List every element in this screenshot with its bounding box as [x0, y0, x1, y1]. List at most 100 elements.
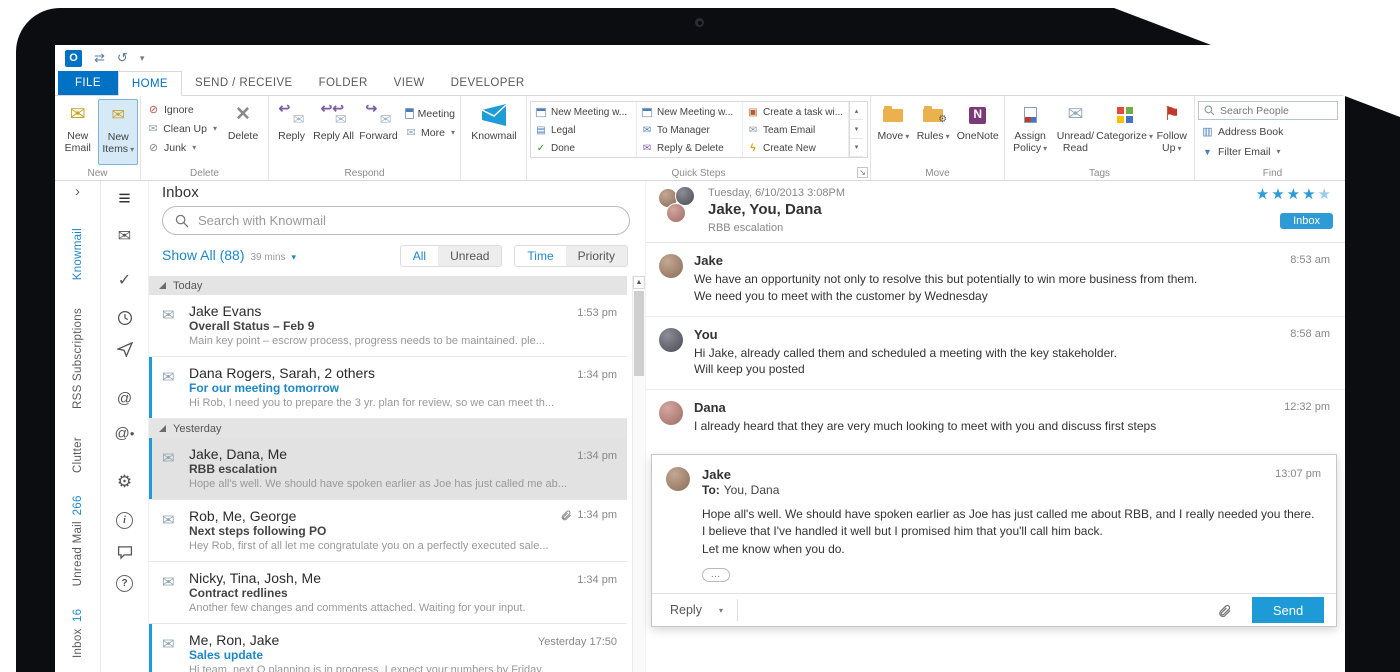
undo-icon[interactable]: ↺: [117, 50, 128, 66]
rail-item-rss-subscriptions[interactable]: RSS Subscriptions: [72, 302, 84, 409]
conversation-header: Tuesday, 6/10/2013 3:08PM Jake, You, Dan…: [646, 181, 1345, 243]
forward-button[interactable]: ↪ ✉ Forward: [356, 99, 401, 165]
quick-step-new-meeting-2[interactable]: New Meeting w...: [637, 103, 742, 121]
new-email-button[interactable]: ✉ New Email: [58, 99, 97, 165]
paperclip-icon: [562, 510, 572, 521]
clean-up-button[interactable]: ✉ Clean Up ▾: [144, 120, 220, 137]
filter-unread[interactable]: Unread: [438, 246, 501, 266]
attach-button[interactable]: [1207, 603, 1242, 618]
quick-step-create-new[interactable]: ϟ Create New: [743, 139, 848, 157]
section-header-today[interactable]: Today: [149, 276, 627, 295]
junk-button[interactable]: ⊘ Junk ▾: [144, 139, 220, 156]
clock-icon[interactable]: [117, 308, 133, 328]
reply-type-dropdown[interactable]: Reply ▾: [664, 599, 738, 622]
tab-send-receive[interactable]: SEND / RECEIVE: [182, 71, 306, 95]
filter-all[interactable]: All: [400, 246, 439, 266]
outlook-app-icon: O: [65, 49, 82, 67]
send-button[interactable]: Send: [1252, 597, 1324, 624]
quick-step-new-meeting[interactable]: New Meeting w...: [531, 103, 636, 121]
search-input[interactable]: [198, 213, 617, 228]
dialog-launcher-icon[interactable]: ↘: [857, 167, 868, 178]
dropdown-caret-icon: ▾: [1043, 143, 1048, 153]
reply-button[interactable]: ↩ ✉ Reply: [272, 99, 311, 165]
quick-step-to-manager[interactable]: ✉ To Manager: [637, 121, 742, 139]
tab-home[interactable]: HOME: [117, 71, 182, 96]
tab-developer[interactable]: DEVELOPER: [438, 71, 538, 95]
rail-item-unread-mail[interactable]: Unread Mail266: [72, 495, 84, 586]
meeting-button[interactable]: Meeting: [402, 105, 458, 122]
menu-icon[interactable]: ≡: [118, 187, 130, 210]
rating-stars[interactable]: ★★★★★: [1256, 185, 1333, 203]
avatar: [666, 203, 686, 223]
send-receive-icon[interactable]: ⇄: [94, 50, 105, 66]
send-plane-icon[interactable]: [116, 339, 133, 359]
unread-read-button[interactable]: ✉ Unread/ Read: [1053, 99, 1097, 165]
search-box[interactable]: [162, 206, 630, 235]
people-mention-icon[interactable]: @ ●: [114, 423, 134, 443]
new-items-button[interactable]: ✉ New Items ▾: [98, 99, 138, 165]
reply-all-button[interactable]: ↩↩ ✉ Reply All: [312, 99, 355, 165]
more-respond-button[interactable]: ✉ More ▾: [402, 124, 458, 141]
dropdown-caret-icon: ▾: [212, 124, 217, 133]
quick-step-create-task[interactable]: ▣ Create a task wi...: [743, 103, 848, 121]
message-item[interactable]: Dana 12:32 pm I already heard that they …: [646, 390, 1345, 446]
task-icon: ▣: [748, 106, 758, 118]
onenote-button[interactable]: N OneNote: [954, 99, 1002, 165]
paperclip-icon: [1219, 604, 1231, 617]
customize-quick-access-icon[interactable]: ▾: [140, 53, 145, 64]
rail-item-inbox[interactable]: Inbox16: [72, 609, 84, 658]
info-icon[interactable]: i: [116, 512, 133, 529]
quick-step-done[interactable]: ✓ Done: [531, 139, 636, 157]
filter-time[interactable]: Time: [515, 246, 566, 266]
scroll-up-icon[interactable]: ▲: [633, 276, 645, 289]
dropdown-caret-icon: ▾: [192, 143, 197, 152]
quick-step-reply-delete[interactable]: ✉ Reply & Delete: [637, 139, 742, 157]
section-header-yesterday[interactable]: Yesterday: [149, 419, 627, 438]
move-button[interactable]: Move ▾: [874, 99, 913, 165]
mail-icon[interactable]: ✉: [118, 226, 131, 246]
gallery-scroll[interactable]: ▴ ▾ ▾: [849, 102, 863, 157]
expand-folder-pane-icon[interactable]: ›: [75, 183, 80, 200]
tab-file[interactable]: FILE: [58, 71, 118, 95]
feedback-bubble-icon[interactable]: [117, 542, 133, 562]
settings-gear-icon[interactable]: ⚙: [117, 472, 132, 492]
quick-step-team-email[interactable]: ✉ Team Email: [743, 121, 848, 139]
list-item[interactable]: ✉ Nicky, Tina, Josh, Me 1:34 pm Contract …: [149, 562, 627, 624]
mention-icon[interactable]: @: [117, 388, 132, 408]
filter-priority[interactable]: Priority: [566, 246, 627, 266]
filter-email-button[interactable]: ▼ Filter Email ▾: [1198, 143, 1345, 160]
list-item[interactable]: ✉ Rob, Me, George 1:34 pm Next steps foll…: [149, 500, 627, 562]
assign-policy-button[interactable]: Assign Policy ▾: [1008, 99, 1052, 165]
meeting-icon: [535, 107, 547, 117]
help-icon[interactable]: ?: [116, 575, 133, 592]
list-item[interactable]: ✉ Jake Evans 1:53 pm Overall Status – Feb…: [149, 295, 627, 357]
outlook-window: O ⇄ ↺ ▾ FILE HOME SEND / RECEIVE FOLDER …: [55, 45, 1345, 672]
rules-button[interactable]: ⚙ Rules ▾: [914, 99, 953, 165]
show-all-control[interactable]: Show All (88) 39 mins ▾: [162, 247, 296, 263]
message-item[interactable]: Jake 8:53 am We have an opportunity not …: [646, 243, 1345, 317]
expand-quoted-text-button[interactable]: …: [702, 568, 730, 583]
search-people-input[interactable]: Search People: [1198, 101, 1338, 120]
ribbon-group-quick-steps: New Meeting w... ▤ Legal ✓ Done New Meetin…: [527, 96, 871, 180]
knowmail-button[interactable]: Knowmail: [465, 99, 523, 165]
address-book-button[interactable]: ▥ Address Book: [1198, 123, 1345, 140]
list-item[interactable]: ✉ Me, Ron, Jake Yesterday 17:50 Sales upd…: [149, 624, 627, 672]
tasks-check-icon[interactable]: ✓: [118, 270, 131, 290]
ribbon-tab-bar: FILE HOME SEND / RECEIVE FOLDER VIEW DEV…: [55, 71, 1345, 96]
tab-folder[interactable]: FOLDER: [306, 71, 381, 95]
follow-up-button[interactable]: ⚑ Follow Up ▾: [1152, 99, 1192, 165]
list-item[interactable]: ✉ Dana Rogers, Sarah, 2 others 1:34 pm Fo…: [149, 357, 627, 419]
ignore-button[interactable]: ⊘ Ignore: [144, 101, 220, 118]
message-item[interactable]: You 8:58 am Hi Jake, already called them…: [646, 317, 1345, 391]
assign-policy-icon: [1023, 107, 1037, 123]
categorize-button[interactable]: Categorize ▾: [1096, 99, 1153, 165]
delete-button[interactable]: ✕ Delete: [221, 99, 265, 165]
rail-item-knowmail[interactable]: Knowmail: [72, 222, 84, 280]
quick-step-legal[interactable]: ▤ Legal: [531, 121, 636, 139]
tab-view[interactable]: VIEW: [381, 71, 438, 95]
rail-item-clutter[interactable]: Clutter: [72, 431, 84, 473]
scrollbar-thumb[interactable]: [634, 291, 644, 376]
collapse-triangle-icon: [159, 282, 166, 289]
list-scrollbar[interactable]: ▲: [632, 276, 645, 672]
list-item-selected[interactable]: ✉ Jake, Dana, Me 1:34 pm RBB escalation H…: [149, 438, 627, 500]
